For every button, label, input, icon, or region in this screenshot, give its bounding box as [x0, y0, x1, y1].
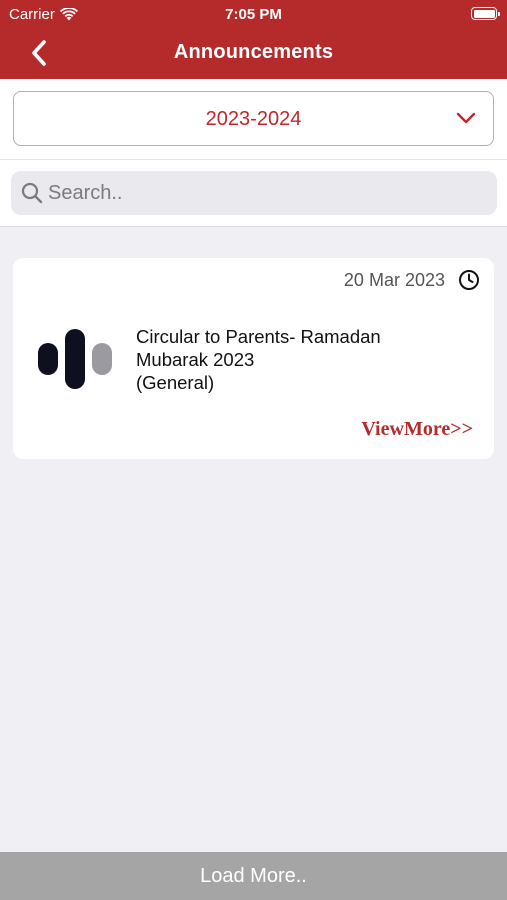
announcement-date: 20 Mar 2023	[343, 270, 445, 290]
battery-icon	[471, 7, 500, 20]
load-more-button[interactable]: Load More..	[0, 852, 507, 900]
navigation-bar: Announcements	[0, 28, 507, 79]
page-title: Announcements	[173, 41, 334, 63]
announcement-card[interactable]: 20 Mar 2023 Circular to Parents- Ramadan…	[13, 258, 494, 459]
school-logo-icon	[38, 329, 112, 389]
search-section	[0, 159, 507, 227]
search-bar[interactable]	[11, 171, 497, 215]
academic-year-value: 2023-2024	[205, 108, 302, 130]
battery-level	[473, 9, 495, 18]
view-more-link[interactable]: ViewMore>>	[361, 418, 473, 441]
announcement-content: Circular to Parents- Ramadan Mubarak 202…	[136, 325, 436, 394]
status-bar: Carrier 7:05 PM	[0, 0, 507, 28]
announcement-category: (General)	[136, 372, 215, 393]
announcement-title: Circular to Parents- Ramadan Mubarak 202…	[136, 326, 381, 370]
academic-year-dropdown[interactable]: 2023-2024	[13, 91, 494, 146]
academic-year-section: 2023-2024	[0, 79, 507, 159]
search-icon	[21, 182, 43, 204]
clock-icon	[459, 270, 479, 290]
search-input[interactable]	[48, 171, 478, 215]
status-time: 7:05 PM	[225, 6, 282, 23]
battery-tip	[498, 11, 500, 16]
app-header: Carrier 7:05 PM Announcements	[0, 0, 507, 79]
chevron-down-icon	[456, 112, 476, 124]
